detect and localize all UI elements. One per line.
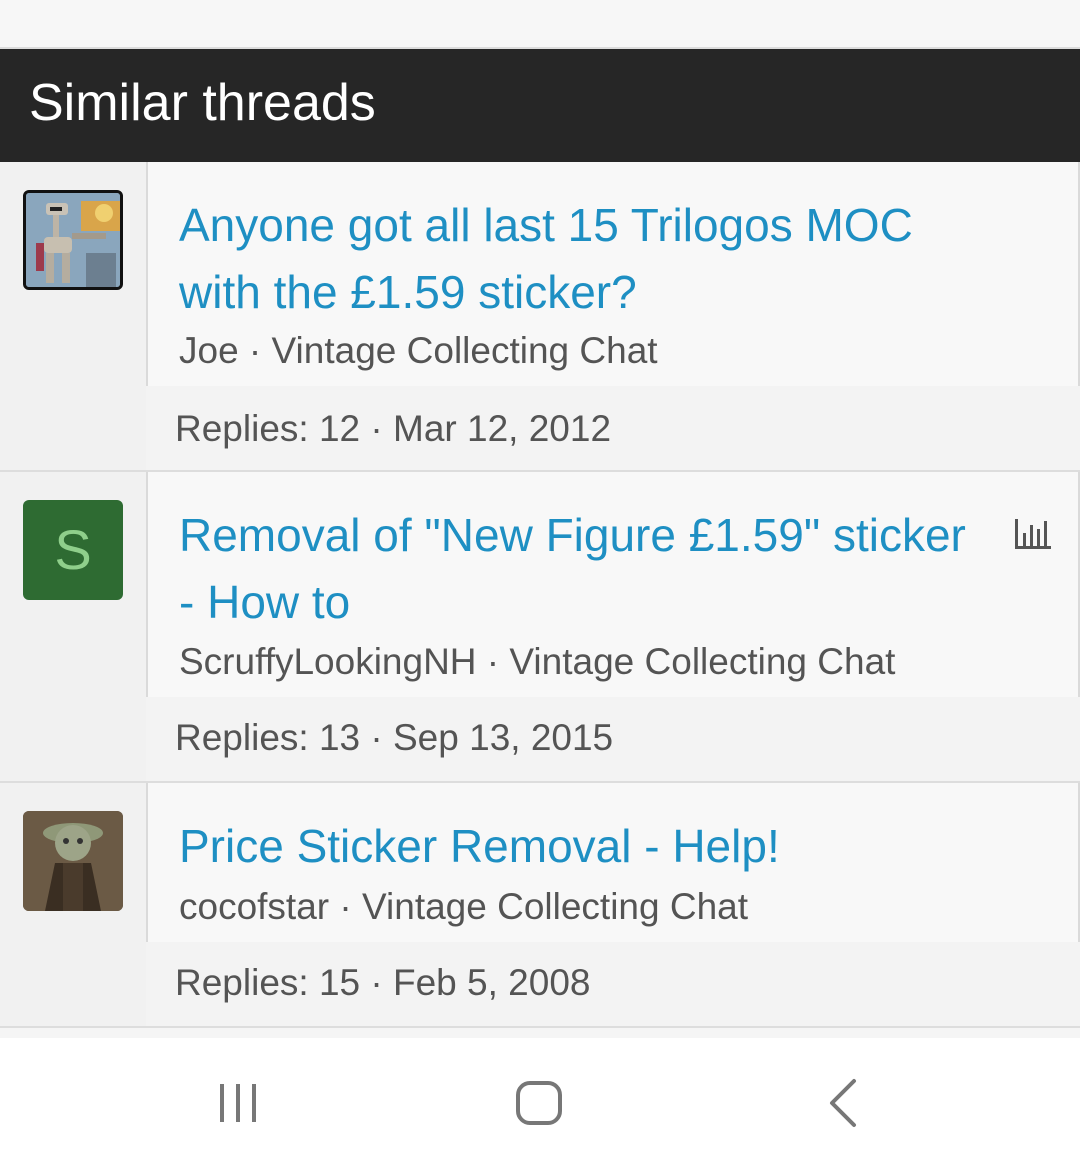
droid-avatar-image	[26, 193, 120, 287]
meta-separator: ·	[329, 886, 363, 927]
thread-meta: cocofstar · Vintage Collecting Chat	[179, 886, 748, 928]
section-header: Similar threads	[0, 49, 1080, 162]
author-link[interactable]: cocofstar	[179, 886, 329, 927]
back-icon[interactable]	[822, 1078, 862, 1128]
author-link[interactable]: ScruffyLookingNH	[179, 641, 477, 682]
thread-date: Mar 12, 2012	[393, 408, 612, 449]
thread-header-block: Removal of "New Figure £1.59" sticker - …	[146, 472, 1080, 697]
thread-stats: Replies: 12 · Mar 12, 2012	[175, 408, 611, 450]
thread-date: Feb 5, 2008	[393, 962, 591, 1003]
thread-date: Sep 13, 2015	[393, 717, 614, 758]
user-avatar-letter[interactable]: S	[23, 500, 123, 600]
thread-row[interactable]: S Removal of "New Figure £1.59" sticker …	[0, 472, 1080, 783]
forum-link[interactable]: Vintage Collecting Chat	[272, 330, 658, 371]
thread-stats: Replies: 15 · Feb 5, 2008	[175, 962, 590, 1004]
thread-meta: ScruffyLookingNH · Vintage Collecting Ch…	[179, 641, 895, 683]
replies-count: Replies: 13	[175, 717, 361, 758]
forum-link[interactable]: Vintage Collecting Chat	[362, 886, 748, 927]
thread-header-block: Anyone got all last 15 Trilogos MOC with…	[146, 162, 1080, 386]
thread-header-block: Price Sticker Removal - Help! cocofstar …	[146, 783, 1080, 942]
meta-separator: ·	[476, 641, 510, 682]
thread-content: Anyone got all last 15 Trilogos MOC with…	[146, 162, 1080, 470]
section-title: Similar threads	[29, 74, 376, 132]
meta-separator: ·	[238, 330, 272, 371]
thread-stats-block: Replies: 15 · Feb 5, 2008	[146, 942, 1080, 1026]
recent-apps-icon[interactable]	[214, 1078, 262, 1126]
home-icon[interactable]	[515, 1078, 565, 1128]
thread-stats-block: Replies: 13 · Sep 13, 2015	[146, 697, 1080, 781]
thread-title-link[interactable]: Price Sticker Removal - Help!	[179, 813, 988, 880]
author-link[interactable]: Joe	[179, 330, 239, 371]
replies-count: Replies: 12	[175, 408, 361, 449]
meta-separator: ·	[360, 717, 393, 758]
avatar-column	[0, 162, 146, 470]
thread-content: Removal of "New Figure £1.59" sticker - …	[146, 472, 1080, 781]
thread-content: Price Sticker Removal - Help! cocofstar …	[146, 783, 1080, 1026]
meta-separator: ·	[360, 408, 393, 449]
poll-chart-icon	[1015, 519, 1051, 549]
thread-stats: Replies: 13 · Sep 13, 2015	[175, 717, 613, 759]
yoda-figure-avatar-image	[23, 811, 123, 911]
user-avatar-yoda[interactable]	[23, 811, 123, 911]
thread-title-link[interactable]: Anyone got all last 15 Trilogos MOC with…	[179, 192, 988, 326]
meta-separator: ·	[360, 962, 393, 1003]
thread-meta: Joe · Vintage Collecting Chat	[179, 330, 658, 372]
replies-count: Replies: 15	[175, 962, 361, 1003]
thread-row[interactable]: Price Sticker Removal - Help! cocofstar …	[0, 783, 1080, 1028]
thread-title-link[interactable]: Removal of "New Figure £1.59" sticker - …	[179, 502, 988, 636]
thread-list: Anyone got all last 15 Trilogos MOC with…	[0, 162, 1080, 1028]
thread-row[interactable]: Anyone got all last 15 Trilogos MOC with…	[0, 162, 1080, 472]
top-strip	[0, 0, 1080, 49]
system-navigation-bar	[0, 1038, 1080, 1174]
user-avatar-droid[interactable]	[23, 190, 123, 290]
avatar-column: S	[0, 472, 146, 781]
thread-stats-block: Replies: 12 · Mar 12, 2012	[146, 386, 1080, 470]
avatar-column	[0, 783, 146, 1026]
forum-link[interactable]: Vintage Collecting Chat	[509, 641, 895, 682]
